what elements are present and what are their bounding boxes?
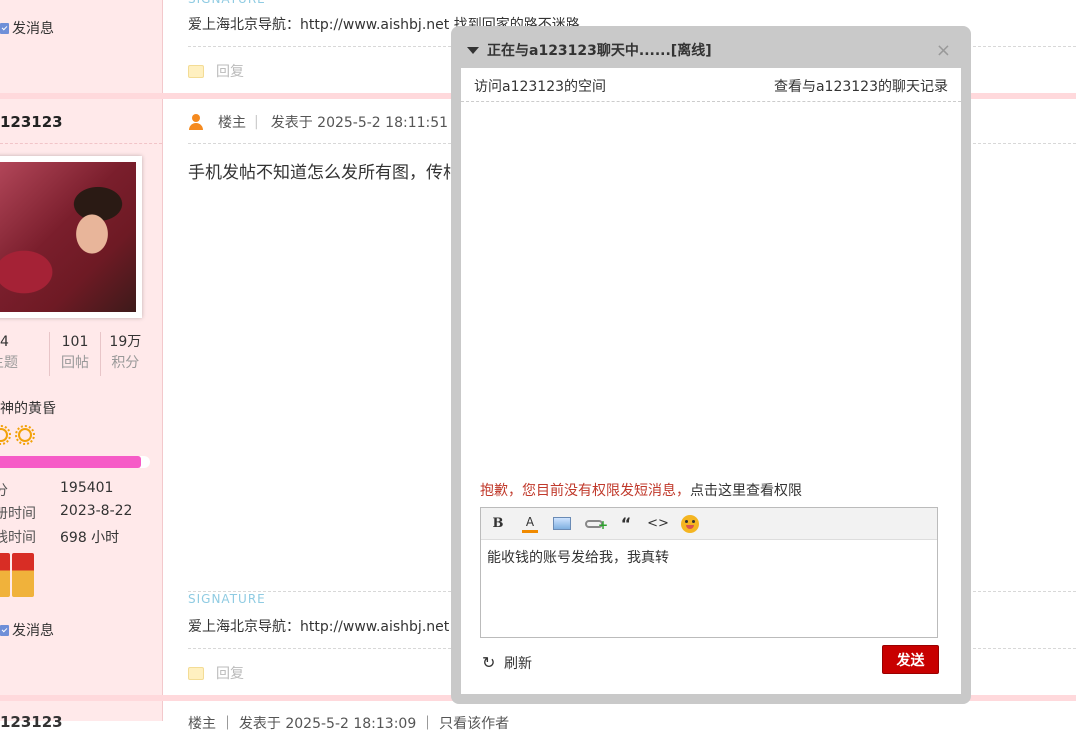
stat-label: 积分	[111, 355, 140, 371]
info-value: 2023-8-22	[60, 503, 133, 519]
rank-stars	[0, 425, 35, 445]
font-color-button[interactable]: A	[519, 514, 541, 534]
reply-icon	[188, 64, 204, 78]
post-meta: 楼主 | 发表于 2025-5-2 18:11:51	[188, 112, 448, 132]
permission-warning: 抱歉，您目前没有权限发短消息，	[480, 483, 690, 499]
reply-icon	[188, 666, 204, 680]
user-icon	[188, 114, 204, 130]
dialog-body: 访问a123123的空间 查看与a123123的聊天记录 抱歉，您目前没有权限发…	[461, 68, 961, 694]
insert-image-button[interactable]	[551, 514, 573, 534]
chat-dialog: 正在与a123123聊天中......[离线] × 访问a123123的空间 查…	[451, 26, 971, 704]
message-icon	[0, 22, 9, 34]
meta-separator: |	[254, 114, 259, 130]
author-role: 楼主	[218, 115, 246, 131]
link-icon	[585, 518, 608, 532]
stat-label: 回帖	[60, 355, 89, 371]
medal-icon[interactable]	[0, 553, 10, 597]
info-row-registered: 注册时间 2023-8-22	[0, 503, 132, 523]
sidebar-divider	[0, 143, 162, 144]
info-row-online: 在线时间 698 小时	[0, 527, 119, 547]
smiley-icon	[681, 514, 699, 533]
author-username[interactable]: 123123	[0, 113, 63, 131]
info-key: 在线时间	[0, 530, 36, 546]
info-value: 195401	[60, 480, 114, 496]
info-value: 698 小时	[60, 530, 120, 546]
author-stats: 4 主题 101 回帖 19万 积分	[0, 332, 150, 376]
send-message-label: 发消息	[12, 21, 54, 37]
dialog-title-text: 正在与a123123聊天中......[离线]	[487, 43, 712, 59]
quote-button[interactable]: “	[615, 514, 637, 534]
info-key: 积分	[0, 483, 8, 499]
medal-icon[interactable]	[12, 553, 34, 597]
dialog-links: 访问a123123的空间 查看与a123123的聊天记录	[461, 68, 961, 102]
send-message-link[interactable]: 发消息	[0, 620, 54, 640]
font-color-icon: A	[525, 514, 535, 529]
sun-icon	[15, 425, 35, 445]
reply-label: 回复	[216, 666, 244, 682]
stat-points[interactable]: 19万 积分	[101, 332, 150, 376]
emoji-button[interactable]	[679, 514, 701, 534]
image-icon	[553, 517, 571, 530]
message-input[interactable]: 能收钱的账号发给我，我真转	[481, 540, 937, 574]
permission-notice: 抱歉，您目前没有权限发短消息，点击这里查看权限	[480, 480, 802, 500]
message-icon	[0, 624, 9, 636]
code-button[interactable]: <>	[647, 514, 669, 534]
rank-progress-fill	[0, 456, 141, 468]
rank-progress-bar	[0, 456, 150, 468]
reply-label: 回复	[216, 64, 244, 80]
refresh-button[interactable]: ↻ 刷新	[482, 653, 532, 673]
send-button[interactable]: 发送	[882, 645, 939, 674]
info-row-points: 积分 195401	[0, 480, 113, 500]
stat-replies[interactable]: 101 回帖	[50, 332, 101, 376]
reply-button[interactable]: 回复	[188, 663, 244, 683]
send-message-link-top[interactable]: 发消息	[0, 18, 54, 38]
stat-label: 主题	[0, 355, 18, 371]
next-author-username[interactable]: 123123	[0, 713, 63, 731]
post-time: 发表于 2025-5-2 18:11:51	[270, 115, 449, 131]
stat-threads[interactable]: 4 主题	[0, 332, 51, 376]
signature-label-top: SIGNATURE	[188, 0, 266, 6]
avatar[interactable]	[0, 156, 142, 318]
editor-toolbar: B A “ <>	[481, 508, 937, 540]
chat-history-area[interactable]	[461, 102, 961, 472]
next-post-meta: 楼主 ｜ 发表于 2025-5-2 18:13:09 ｜ 只看该作者	[188, 716, 510, 732]
stat-value: 101	[61, 334, 89, 350]
reply-button-top[interactable]: 回复	[188, 61, 244, 81]
view-history-link[interactable]: 查看与a123123的聊天记录	[774, 76, 948, 96]
visit-space-link[interactable]: 访问a123123的空间	[474, 76, 606, 96]
sun-icon	[0, 425, 11, 445]
medals	[0, 553, 34, 597]
collapse-icon[interactable]	[467, 46, 479, 54]
message-editor: B A “ <> 能收钱的账号发给我，我真转	[480, 507, 938, 638]
dialog-header[interactable]: 正在与a123123聊天中......[离线] ×	[451, 26, 971, 68]
stat-value: 19万	[109, 334, 142, 350]
user-rank-title: 诸神的黄昏	[0, 401, 56, 417]
insert-link-button[interactable]	[583, 514, 608, 534]
dialog-title[interactable]: 正在与a123123聊天中......[离线]	[467, 40, 712, 60]
post-content: 手机发帖不知道怎么发所有图，传相	[188, 163, 460, 183]
refresh-icon: ↻	[482, 653, 496, 672]
avatar-image	[0, 162, 136, 312]
view-permission-link[interactable]: 点击这里查看权限	[690, 483, 802, 499]
refresh-label: 刷新	[504, 656, 532, 672]
close-icon[interactable]: ×	[936, 40, 951, 61]
bold-button[interactable]: B	[487, 514, 509, 534]
stat-value: 4	[0, 334, 9, 350]
send-message-label: 发消息	[12, 623, 54, 639]
signature-label: SIGNATURE	[188, 592, 266, 606]
info-key: 注册时间	[0, 506, 36, 522]
color-bar	[522, 529, 538, 533]
